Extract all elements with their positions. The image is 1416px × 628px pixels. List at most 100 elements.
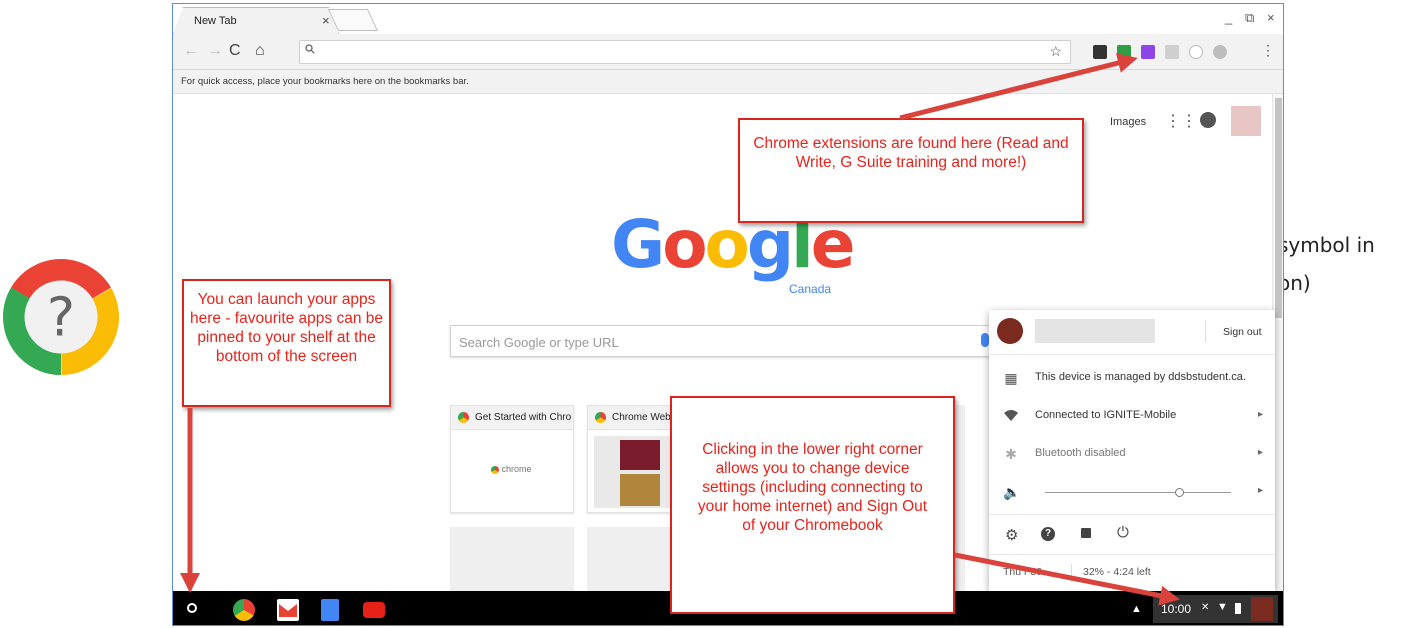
tab-strip: New Tab × _ ⧉ × bbox=[173, 4, 1283, 34]
search-placeholder: Search Google or type URL bbox=[459, 335, 619, 350]
web-store-favicon-icon bbox=[595, 412, 606, 423]
status-area[interactable]: 10:00 ✕ ▼ bbox=[1153, 595, 1278, 623]
settings-gear-icon[interactable]: ⚙ bbox=[1005, 526, 1018, 544]
minimize-icon[interactable]: _ bbox=[1225, 10, 1232, 25]
close-window-icon[interactable]: × bbox=[1267, 10, 1275, 25]
tile-thumbnail bbox=[594, 436, 674, 508]
tab-close-icon[interactable]: × bbox=[322, 13, 330, 28]
images-link[interactable]: Images bbox=[1110, 116, 1146, 128]
google-logo-letter: G bbox=[611, 206, 665, 283]
microphone-icon[interactable] bbox=[981, 333, 989, 347]
user-avatar bbox=[1251, 597, 1273, 621]
volume-muted-icon: ✕ bbox=[1201, 602, 1210, 613]
volume-slider-thumb[interactable] bbox=[1174, 488, 1184, 497]
side-text-line-1: symbol in bbox=[1278, 233, 1375, 257]
battery-icon bbox=[1235, 603, 1241, 614]
chevron-right-icon: ▸ bbox=[1257, 409, 1263, 420]
battery-label: 32% - 4:24 left bbox=[1083, 566, 1151, 578]
docs-app-icon[interactable] bbox=[321, 599, 339, 621]
maximize-icon[interactable]: ⧉ bbox=[1245, 10, 1254, 26]
tutorial-stage: ? symbol in on) New Tab × _ ⧉ × ← → C ⌂ bbox=[0, 0, 1416, 628]
tile-body-label: chrome bbox=[501, 464, 532, 474]
chromebook-help-icon: ? bbox=[2, 258, 120, 376]
tile-title: Chrome Web bbox=[612, 412, 671, 423]
youtube-app-icon[interactable] bbox=[363, 602, 385, 618]
chrome-favicon-icon bbox=[458, 412, 469, 423]
tile-body: chrome bbox=[491, 464, 532, 474]
divider bbox=[989, 514, 1275, 515]
date-label: Thu r 30 bbox=[1003, 566, 1043, 578]
divider bbox=[1205, 320, 1206, 342]
chevron-right-icon: ▸ bbox=[1257, 447, 1263, 458]
gmail-envelope-icon bbox=[279, 604, 297, 617]
account-avatar[interactable] bbox=[1231, 106, 1261, 136]
read-and-write-extension-icon[interactable] bbox=[1093, 45, 1107, 59]
tab-new-tab[interactable]: New Tab × bbox=[173, 7, 339, 34]
system-tray-menu: Sign out ▦ This device is managed by dds… bbox=[989, 310, 1275, 592]
notification-bell-icon[interactable]: ▲ bbox=[1131, 603, 1142, 615]
chrome-app-icon[interactable] bbox=[233, 599, 255, 621]
tile-header: Get Started with Chro bbox=[451, 406, 573, 430]
power-icon[interactable]: ⏻ bbox=[1117, 524, 1129, 541]
notifications-icon[interactable] bbox=[1200, 112, 1216, 128]
user-avatar bbox=[997, 318, 1023, 344]
wifi-icon: ▼ bbox=[1217, 601, 1228, 613]
most-visited-tile[interactable]: Get Started with Chro chrome bbox=[450, 405, 574, 513]
tray-status-row: Thu r 30 32% - 4:24 left bbox=[989, 556, 1275, 590]
thumbnail-image bbox=[620, 474, 660, 506]
settings-callout: Clicking in the lower right corner allow… bbox=[670, 396, 955, 614]
bookmarks-bar: For quick access, place your bookmarks h… bbox=[173, 70, 1283, 94]
network-label: Connected to IGNITE-Mobile bbox=[1035, 409, 1177, 421]
launcher-callout: You can launch your apps here - favourit… bbox=[182, 279, 391, 407]
extension-icon[interactable] bbox=[1165, 45, 1179, 59]
g-suite-training-extension-icon[interactable] bbox=[1117, 45, 1131, 59]
building-icon: ▦ bbox=[1004, 370, 1018, 386]
extensions-callout: Chrome extensions are found here (Read a… bbox=[738, 118, 1084, 223]
reload-icon[interactable]: C bbox=[229, 42, 241, 60]
clock-extension-icon[interactable] bbox=[1189, 45, 1203, 59]
tray-managed-row: ▦ This device is managed by ddsbstudent.… bbox=[989, 362, 1275, 394]
clock: 10:00 bbox=[1161, 602, 1192, 616]
cloud-extension-icon[interactable] bbox=[1213, 45, 1227, 59]
divider bbox=[1071, 564, 1072, 582]
divider bbox=[989, 354, 1275, 355]
bluetooth-label: Bluetooth disabled bbox=[1035, 447, 1126, 459]
home-icon[interactable]: ⌂ bbox=[255, 42, 265, 60]
forward-arrow-icon[interactable]: → bbox=[207, 42, 223, 60]
gmail-app-icon[interactable] bbox=[277, 599, 299, 621]
bluetooth-disabled-icon: ✱ bbox=[1005, 446, 1017, 462]
user-email bbox=[1035, 319, 1155, 343]
address-bar[interactable]: ☆ bbox=[299, 40, 1071, 64]
divider bbox=[989, 554, 1275, 555]
google-region-label: Canada bbox=[789, 282, 832, 296]
volume-slider[interactable] bbox=[1045, 488, 1231, 497]
wifi-icon bbox=[1004, 410, 1018, 421]
svg-text:?: ? bbox=[47, 287, 75, 349]
sign-out-button[interactable]: Sign out bbox=[1223, 326, 1262, 338]
lock-icon[interactable] bbox=[1081, 528, 1091, 538]
search-icon bbox=[305, 44, 315, 54]
chrome-menu-icon[interactable]: ⋮ bbox=[1261, 42, 1275, 59]
bookmarks-hint: For quick access, place your bookmarks h… bbox=[181, 76, 469, 87]
empty-tile bbox=[450, 527, 574, 597]
managed-label: This device is managed by ddsbstudent.ca… bbox=[1035, 371, 1246, 383]
tray-bluetooth-row[interactable]: ✱ Bluetooth disabled ▸ bbox=[989, 438, 1275, 470]
browser-toolbar: ← → C ⌂ ☆ ⋮ bbox=[173, 34, 1283, 70]
app-launcher-icon[interactable] bbox=[187, 603, 197, 613]
help-icon[interactable]: ? bbox=[1041, 527, 1055, 541]
volume-muted-icon[interactable]: 🔈 bbox=[1003, 484, 1020, 500]
tray-network-row[interactable]: Connected to IGNITE-Mobile ▸ bbox=[989, 400, 1275, 432]
bookmark-star-icon[interactable]: ☆ bbox=[1049, 43, 1062, 60]
google-logo-letter: o bbox=[662, 206, 707, 283]
tray-quick-actions: ⚙ ? ⏻ bbox=[989, 518, 1275, 552]
thumbnail-image bbox=[620, 440, 660, 470]
back-arrow-icon[interactable]: ← bbox=[183, 42, 199, 60]
chevron-right-icon: ▸ bbox=[1257, 485, 1263, 496]
tile-title: Get Started with Chro bbox=[475, 412, 572, 423]
puzzle-extension-icon[interactable] bbox=[1141, 45, 1155, 59]
google-search-input[interactable]: Search Google or type URL bbox=[450, 325, 1000, 357]
tab-title: New Tab bbox=[194, 15, 237, 27]
tray-user-row: Sign out bbox=[989, 314, 1275, 350]
tray-volume-row: 🔈 ▸ bbox=[989, 476, 1275, 508]
scrollbar-thumb[interactable] bbox=[1275, 98, 1282, 318]
